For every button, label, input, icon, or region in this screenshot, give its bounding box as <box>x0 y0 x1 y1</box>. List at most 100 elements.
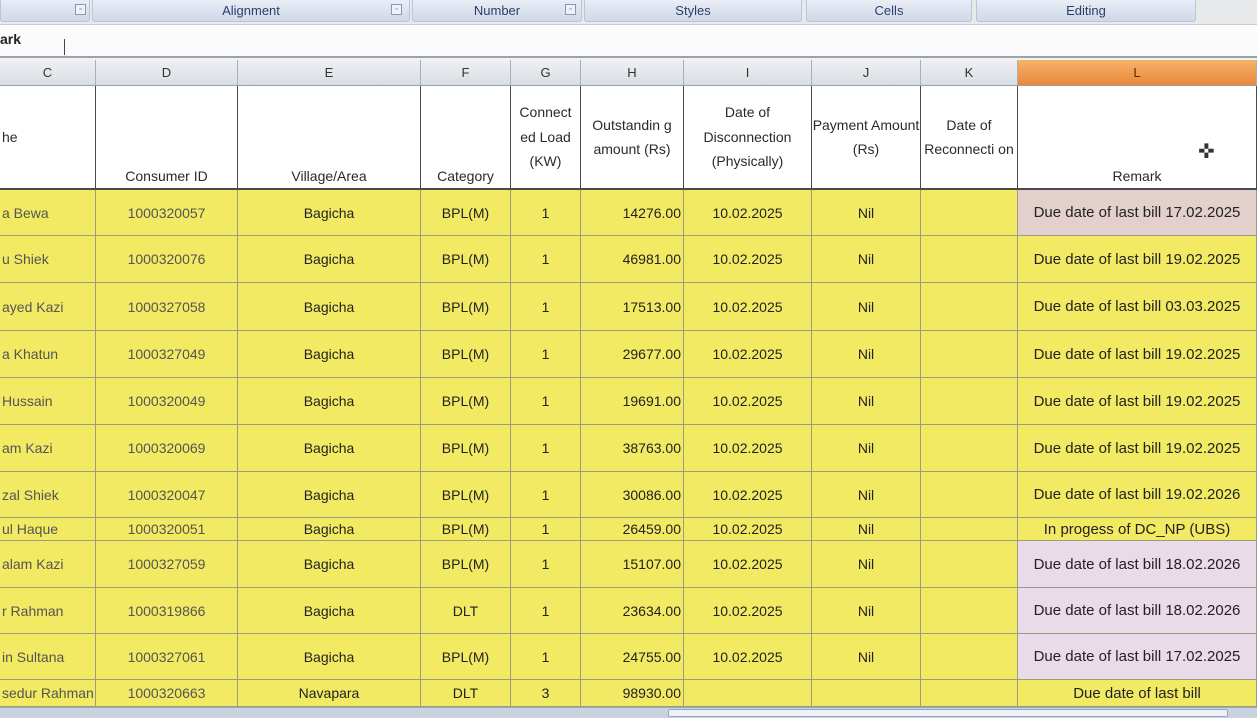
horizontal-scrollbar[interactable] <box>0 707 1257 718</box>
cell-load-row-10[interactable]: 1 <box>511 588 581 634</box>
cell-village-row-4[interactable]: Bagicha <box>238 331 421 378</box>
cell-id-row-2[interactable]: 1000320076 <box>96 236 238 283</box>
cell-category-row-9[interactable]: BPL(M) <box>421 541 511 588</box>
cell-village-row-8[interactable]: Bagicha <box>238 518 421 541</box>
cell-amount-row-3[interactable]: 17513.00 <box>581 283 684 331</box>
alignment-launcher-icon[interactable]: ▫ <box>391 4 402 15</box>
cell-amount-row-5[interactable]: 19691.00 <box>581 378 684 425</box>
cell-village-row-10[interactable]: Bagicha <box>238 588 421 634</box>
scrollbar-thumb[interactable] <box>668 709 1228 717</box>
cell-date-row-2[interactable]: 10.02.2025 <box>684 236 812 283</box>
cell-category-row-1[interactable]: BPL(M) <box>421 190 511 236</box>
formula-bar-content[interactable]: ark <box>0 31 21 47</box>
cell-category-row-6[interactable]: BPL(M) <box>421 425 511 472</box>
cell-date-row-9[interactable]: 10.02.2025 <box>684 541 812 588</box>
cell-name-row-5[interactable]: Hussain <box>0 378 96 425</box>
cell-amount-row-4[interactable]: 29677.00 <box>581 331 684 378</box>
cell-id-row-9[interactable]: 1000327059 <box>96 541 238 588</box>
cell-category-row-10[interactable]: DLT <box>421 588 511 634</box>
cell-payment-row-11[interactable]: Nil <box>812 634 921 680</box>
cell-id-row-12[interactable]: 1000320663 <box>96 680 238 707</box>
cell-name-row-11[interactable]: in Sultana <box>0 634 96 680</box>
cell-date-row-4[interactable]: 10.02.2025 <box>684 331 812 378</box>
cell-category-row-2[interactable]: BPL(M) <box>421 236 511 283</box>
column-header-i[interactable]: I <box>684 60 812 86</box>
cell-remark-row-4[interactable]: Due date of last bill 19.02.2025 <box>1018 331 1257 378</box>
cell-category-row-3[interactable]: BPL(M) <box>421 283 511 331</box>
cell-category-row-4[interactable]: BPL(M) <box>421 331 511 378</box>
cell-village-row-11[interactable]: Bagicha <box>238 634 421 680</box>
column-header-j[interactable]: J <box>812 60 921 86</box>
column-header-k[interactable]: K <box>921 60 1018 86</box>
cell-amount-row-8[interactable]: 26459.00 <box>581 518 684 541</box>
cell-remark-row-6[interactable]: Due date of last bill 19.02.2025 <box>1018 425 1257 472</box>
cell-amount-row-6[interactable]: 38763.00 <box>581 425 684 472</box>
cell-category-row-12[interactable]: DLT <box>421 680 511 707</box>
cell-id-row-11[interactable]: 1000327061 <box>96 634 238 680</box>
cell-load-row-2[interactable]: 1 <box>511 236 581 283</box>
cell-reconnect-row-5[interactable] <box>921 378 1018 425</box>
cell-amount-row-1[interactable]: 14276.00 <box>581 190 684 236</box>
cell-payment-row-7[interactable]: Nil <box>812 472 921 518</box>
cell-category-row-7[interactable]: BPL(M) <box>421 472 511 518</box>
column-header-d[interactable]: D <box>96 60 238 86</box>
header-cell-load[interactable]: Connect ed Load (KW) <box>511 86 581 190</box>
header-cell-consumer-id[interactable]: Consumer ID <box>96 86 238 190</box>
header-cell-name[interactable]: he <box>0 86 96 190</box>
cell-load-row-4[interactable]: 1 <box>511 331 581 378</box>
cell-payment-row-4[interactable]: Nil <box>812 331 921 378</box>
cell-village-row-9[interactable]: Bagicha <box>238 541 421 588</box>
cell-amount-row-9[interactable]: 15107.00 <box>581 541 684 588</box>
cell-remark-row-8[interactable]: In progess of DC_NP (UBS) <box>1018 518 1257 541</box>
cell-amount-row-12[interactable]: 98930.00 <box>581 680 684 707</box>
cell-id-row-5[interactable]: 1000320049 <box>96 378 238 425</box>
cell-date-row-7[interactable]: 10.02.2025 <box>684 472 812 518</box>
cell-date-row-11[interactable]: 10.02.2025 <box>684 634 812 680</box>
cell-load-row-6[interactable]: 1 <box>511 425 581 472</box>
cell-name-row-2[interactable]: u Shiek <box>0 236 96 283</box>
cell-remark-row-12[interactable]: Due date of last bill <box>1018 680 1257 707</box>
cell-reconnect-row-4[interactable] <box>921 331 1018 378</box>
cell-village-row-1[interactable]: Bagicha <box>238 190 421 236</box>
cell-village-row-6[interactable]: Bagicha <box>238 425 421 472</box>
column-header-g[interactable]: G <box>511 60 581 86</box>
cell-reconnect-row-2[interactable] <box>921 236 1018 283</box>
cell-reconnect-row-6[interactable] <box>921 425 1018 472</box>
header-cell-outstanding[interactable]: Outstandin g amount (Rs) <box>581 86 684 190</box>
cell-remark-row-7[interactable]: Due date of last bill 19.02.2026 <box>1018 472 1257 518</box>
cell-load-row-11[interactable]: 1 <box>511 634 581 680</box>
cell-amount-row-2[interactable]: 46981.00 <box>581 236 684 283</box>
cell-remark-row-3[interactable]: Due date of last bill 03.03.2025 <box>1018 283 1257 331</box>
cell-payment-row-12[interactable] <box>812 680 921 707</box>
cell-village-row-5[interactable]: Bagicha <box>238 378 421 425</box>
cell-payment-row-1[interactable]: Nil <box>812 190 921 236</box>
cell-id-row-1[interactable]: 1000320057 <box>96 190 238 236</box>
cell-village-row-3[interactable]: Bagicha <box>238 283 421 331</box>
cell-name-row-6[interactable]: am Kazi <box>0 425 96 472</box>
cell-remark-row-2[interactable]: Due date of last bill 19.02.2025 <box>1018 236 1257 283</box>
cell-reconnect-row-3[interactable] <box>921 283 1018 331</box>
column-header-f[interactable]: F <box>421 60 511 86</box>
cell-id-row-3[interactable]: 1000327058 <box>96 283 238 331</box>
header-cell-village[interactable]: Village/Area <box>238 86 421 190</box>
cell-id-row-10[interactable]: 1000319866 <box>96 588 238 634</box>
number-launcher-icon[interactable]: ▫ <box>565 4 576 15</box>
cell-amount-row-7[interactable]: 30086.00 <box>581 472 684 518</box>
cell-remark-row-10[interactable]: Due date of last bill 18.02.2026 <box>1018 588 1257 634</box>
cell-date-row-12[interactable] <box>684 680 812 707</box>
cell-payment-row-9[interactable]: Nil <box>812 541 921 588</box>
column-header-e[interactable]: E <box>238 60 421 86</box>
cell-payment-row-2[interactable]: Nil <box>812 236 921 283</box>
cell-remark-row-5[interactable]: Due date of last bill 19.02.2025 <box>1018 378 1257 425</box>
cell-date-row-1[interactable]: 10.02.2025 <box>684 190 812 236</box>
cell-name-row-10[interactable]: r Rahman <box>0 588 96 634</box>
cell-date-row-3[interactable]: 10.02.2025 <box>684 283 812 331</box>
column-header-l[interactable]: L <box>1018 60 1257 86</box>
cell-amount-row-11[interactable]: 24755.00 <box>581 634 684 680</box>
cell-name-row-9[interactable]: alam Kazi <box>0 541 96 588</box>
cell-date-row-8[interactable]: 10.02.2025 <box>684 518 812 541</box>
cell-load-row-7[interactable]: 1 <box>511 472 581 518</box>
cell-load-row-8[interactable]: 1 <box>511 518 581 541</box>
cell-id-row-4[interactable]: 1000327049 <box>96 331 238 378</box>
cell-village-row-2[interactable]: Bagicha <box>238 236 421 283</box>
